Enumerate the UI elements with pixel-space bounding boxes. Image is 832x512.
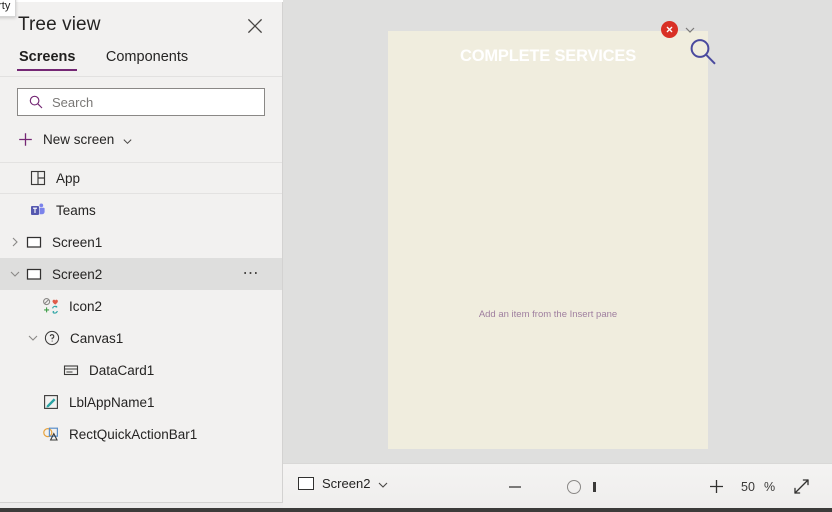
datacard-icon [62, 361, 80, 379]
tree-item-teams[interactable]: Teams [0, 194, 282, 226]
search-icon[interactable] [686, 35, 720, 69]
shapes-icon [42, 425, 60, 443]
question-circle-icon [43, 329, 61, 347]
tree-view-tabs: Screens Components [0, 48, 282, 77]
tree-item-screen2[interactable]: Screen2 ⋯ [0, 258, 282, 290]
plus-icon [17, 131, 34, 148]
more-options-icon[interactable]: ⋯ [243, 266, 261, 282]
screen-selector-label: Screen2 [322, 476, 371, 491]
screen-selector[interactable]: Screen2 [298, 476, 389, 491]
screens-tree-list: App Teams Screen1 Screen2 ⋯ Icon2 Canvas… [0, 162, 282, 450]
icon-control-icon [42, 297, 60, 315]
tree-item-label: RectQuickActionBar1 [69, 426, 198, 442]
canvas-empty-placeholder: Add an item from the Insert pane [478, 309, 618, 320]
zoom-out-button[interactable] [506, 478, 524, 496]
tree-item-rectquickactionbar1[interactable]: RectQuickActionBar1 [0, 418, 282, 450]
tree-item-label: Screen2 [52, 266, 103, 282]
window-bottom-strip [0, 508, 832, 512]
tree-view-header: Tree view [0, 2, 282, 48]
tree-item-label: Teams [56, 202, 96, 218]
new-screen-button[interactable]: New screen [17, 124, 149, 154]
new-screen-label: New screen [43, 131, 115, 147]
tab-screens[interactable]: Screens [17, 49, 78, 71]
fit-to-screen-icon[interactable] [792, 477, 811, 496]
screen-icon [25, 233, 43, 251]
bottom-toolbar: Screen2 50 % [283, 463, 832, 508]
chevron-down-icon[interactable] [683, 23, 697, 37]
search-input[interactable] [52, 94, 252, 110]
chevron-down-icon[interactable] [8, 267, 22, 281]
tree-item-datacard1[interactable]: DataCard1 [0, 354, 282, 386]
page-title: Tree view [18, 14, 101, 35]
tree-item-canvas1[interactable]: Canvas1 [0, 322, 282, 354]
screen-icon [25, 265, 43, 283]
zoom-level-unit: % [764, 480, 776, 494]
close-icon[interactable] [244, 15, 266, 37]
zoom-slider[interactable] [567, 477, 607, 497]
tab-components[interactable]: Components [104, 49, 190, 71]
teams-icon [29, 201, 47, 219]
tree-item-label: DataCard1 [89, 362, 155, 378]
zoom-slider-handle[interactable] [567, 480, 581, 494]
chevron-down-icon [122, 134, 133, 145]
chevron-down-icon[interactable] [26, 331, 40, 345]
zoom-slider-tick [593, 482, 596, 492]
search-box[interactable] [17, 88, 265, 116]
zoom-in-button[interactable] [707, 477, 726, 496]
tree-item-screen1[interactable]: Screen1 [0, 226, 282, 258]
tree-item-lblappname1[interactable]: LblAppName1 [0, 386, 282, 418]
property-tooltip-fragment: erty [0, 0, 17, 17]
app-header-title: COMPLETE SERVICES [460, 47, 636, 65]
tree-item-label: LblAppName1 [69, 394, 155, 410]
screen-icon [298, 477, 314, 490]
tree-view-panel: Tree view Screens Components N [0, 2, 283, 503]
app-grid-icon [29, 169, 47, 187]
search-container [0, 77, 282, 116]
chevron-right-icon[interactable] [8, 235, 22, 249]
tree-item-label: Canvas1 [70, 330, 124, 346]
tree-item-label: Screen1 [52, 234, 103, 250]
chevron-down-icon [377, 478, 389, 490]
tree-item-label: App [56, 170, 81, 186]
tree-item-label: Icon2 [69, 298, 103, 314]
search-icon [28, 94, 44, 110]
tree-item-icon2[interactable]: Icon2 [0, 290, 282, 322]
label-pencil-icon [42, 393, 60, 411]
app-screen-preview[interactable]: COMPLETE SERVICES Add an item from the I… [388, 31, 716, 449]
tree-item-app[interactable]: App [0, 162, 282, 194]
zoom-level-value: 50 [741, 480, 755, 494]
canvas-workspace: COMPLETE SERVICES Add an item from the I… [283, 0, 832, 512]
error-x-icon[interactable] [661, 21, 678, 38]
